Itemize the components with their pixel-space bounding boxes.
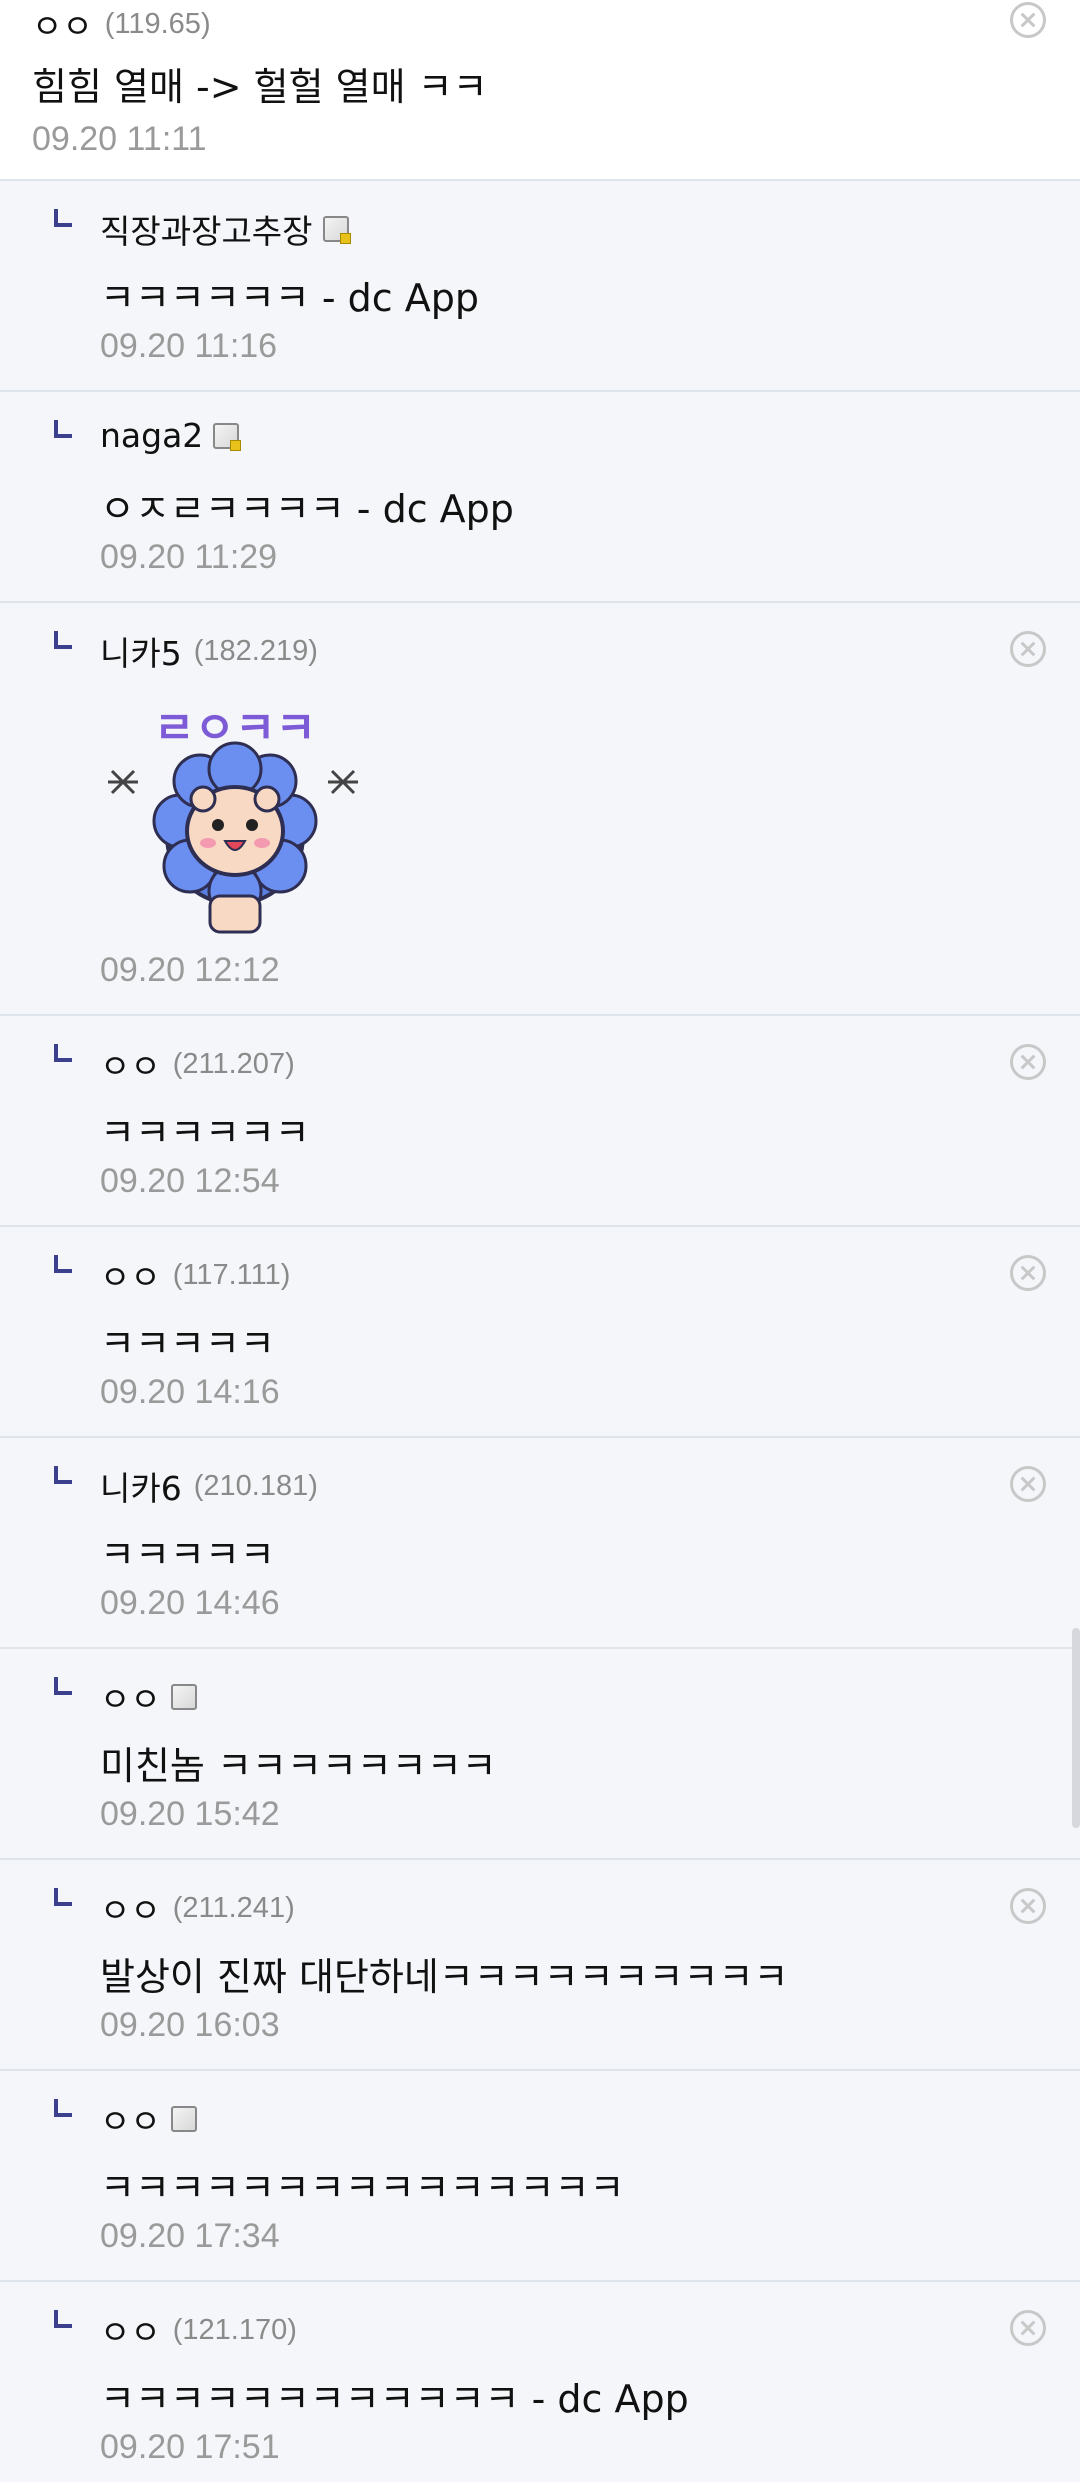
reply-item: ㅇㅇ (211.241) 발상이 진짜 대단하네ㅋㅋㅋㅋㅋㅋㅋㅋㅋㅋ 09.20…: [0, 1860, 1080, 2071]
ip-address: (210.181): [193, 1469, 318, 1502]
reply-author: ㅇㅇ (211.241): [100, 1884, 295, 1932]
reply-author: naga2: [100, 416, 242, 455]
reply-time: 09.20 17:51: [100, 2428, 280, 2466]
nickname[interactable]: 니카6: [100, 1462, 182, 1510]
comment-author: ㅇㅇ (119.65): [32, 0, 211, 48]
reply-time: 09.20 14:46: [100, 1584, 280, 1622]
reply-time: 09.20 11:16: [100, 327, 278, 365]
reply-author: 직장과장고추장: [100, 205, 351, 253]
reply-text: ㅋㅋㅋㅋㅋ: [100, 1533, 275, 1577]
nickname[interactable]: ㅇㅇ: [100, 2095, 161, 2143]
delete-comment-icon[interactable]: [1010, 2, 1046, 38]
comment-item: ㅇㅇ (119.65) 힘힘 열매 -> 헐헐 열매 ㅋㅋ 09.20 11:1…: [0, 0, 1080, 181]
reply-author: ㅇㅇ (121.170): [100, 2306, 297, 2354]
reply-text: ㅋㅋㅋㅋㅋㅋㅋㅋㅋㅋㅋㅋ - dc App: [100, 2377, 689, 2421]
ip-address: (211.207): [172, 1047, 295, 1080]
reply-author: ㅇㅇ (211.207): [100, 1040, 295, 1088]
reply-arrow-icon: [54, 420, 72, 438]
ip-address: (182.219): [193, 634, 318, 667]
reply-time: 09.20 11:29: [100, 538, 278, 576]
ip-address: (119.65): [104, 7, 211, 40]
nickname[interactable]: ㅇㅇ: [100, 1673, 161, 1721]
reply-arrow-icon: [54, 209, 72, 227]
delete-comment-icon[interactable]: [1010, 1255, 1046, 1291]
reply-arrow-icon: [54, 1677, 72, 1695]
ip-address: (117.111): [172, 1258, 291, 1291]
gallery-member-icon: [322, 216, 351, 244]
reply-arrow-icon: [54, 631, 72, 649]
reply-item: ㅇㅇ 미친놈 ㅋㅋㅋㅋㅋㅋㅋㅋ 09.20 15:42: [0, 1649, 1080, 1860]
reply-item: ㅇㅇ ㅋㅋㅋㅋㅋㅋㅋㅋㅋㅋㅋㅋㅋㅋㅋ 09.20 17:34: [0, 2071, 1080, 2282]
reply-arrow-icon: [54, 2099, 72, 2117]
reply-text: ㅋㅋㅋㅋㅋㅋ - dc App: [100, 276, 479, 320]
reply-text: 발상이 진짜 대단하네ㅋㅋㅋㅋㅋㅋㅋㅋㅋㅋ: [100, 1955, 789, 1999]
reply-author: ㅇㅇ: [100, 2095, 197, 2143]
reply-text: ㅇㅈㄹㅋㅋㅋㅋ - dc App: [100, 487, 514, 531]
nickname[interactable]: ㅇㅇ: [100, 1884, 161, 1932]
gallery-member-icon: [170, 1684, 197, 1710]
nickname[interactable]: 니카5: [100, 627, 182, 675]
comment-text: 힘힘 열매 -> 헐헐 열매 ㅋㅋ: [32, 65, 488, 109]
ip-address: (121.170): [172, 2313, 297, 2346]
reply-arrow-icon: [54, 1044, 72, 1062]
nickname[interactable]: naga2: [100, 416, 203, 455]
delete-comment-icon[interactable]: [1010, 2310, 1046, 2346]
reply-text: 미친놈 ㅋㅋㅋㅋㅋㅋㅋㅋ: [100, 1744, 497, 1788]
reply-author: ㅇㅇ (117.111): [100, 1251, 290, 1299]
reply-arrow-icon: [54, 1466, 72, 1484]
delete-comment-icon[interactable]: [1010, 1466, 1046, 1502]
reply-text: ㅋㅋㅋㅋㅋㅋ: [100, 1111, 310, 1155]
reply-time: 09.20 12:12: [100, 951, 280, 989]
reply-item: 니카5 (182.219) ㄹㅇㅋㅋ 09.20 12:12: [0, 603, 1080, 1016]
reply-time: 09.20 16:03: [100, 2006, 280, 2044]
gallery-member-icon: [213, 422, 242, 451]
scrollbar[interactable]: [1072, 1628, 1080, 1828]
reply-item: 직장과장고추장 ㅋㅋㅋㅋㅋㅋ - dc App 09.20 11:16: [0, 181, 1080, 392]
reply-arrow-icon: [54, 2310, 72, 2328]
reply-text: ㅋㅋㅋㅋㅋㅋㅋㅋㅋㅋㅋㅋㅋㅋㅋ: [100, 2166, 625, 2210]
nickname[interactable]: ㅇㅇ: [100, 2306, 161, 2354]
reply-arrow-icon: [54, 1255, 72, 1273]
reply-author: 니카5 (182.219): [100, 627, 318, 675]
delete-comment-icon[interactable]: [1010, 1888, 1046, 1924]
nickname[interactable]: ㅇㅇ: [100, 1251, 161, 1299]
reply-item: naga2 ㅇㅈㄹㅋㅋㅋㅋ - dc App 09.20 11:29: [0, 392, 1080, 603]
reply-item: 니카6 (210.181) ㅋㅋㅋㅋㅋ 09.20 14:46: [0, 1438, 1080, 1649]
reply-time: 09.20 15:42: [100, 1795, 280, 1833]
comment-time: 09.20 11:11: [32, 120, 207, 158]
lion-body: [185, 785, 285, 934]
reply-time: 09.20 17:34: [100, 2217, 280, 2255]
reply-item: ㅇㅇ (121.170) ㅋㅋㅋㅋㅋㅋㅋㅋㅋㅋㅋㅋ - dc App 09.20…: [0, 2282, 1080, 2482]
reply-author: 니카6 (210.181): [100, 1462, 318, 1510]
reply-arrow-icon: [54, 1888, 72, 1906]
nickname[interactable]: ㅇㅇ: [100, 1040, 161, 1088]
reply-time: 09.20 12:54: [100, 1162, 280, 1200]
lion-sticker-image: ㄹㅇㅋㅋ: [108, 703, 358, 934]
nickname[interactable]: ㅇㅇ: [32, 0, 93, 48]
nickname[interactable]: 직장과장고추장: [100, 205, 313, 253]
ip-address: (211.241): [172, 1891, 295, 1924]
gallery-member-icon: [170, 2106, 197, 2132]
reply-time: 09.20 14:16: [100, 1373, 280, 1411]
delete-comment-icon[interactable]: [1010, 631, 1046, 667]
reply-text: ㅋㅋㅋㅋㅋ: [100, 1322, 275, 1366]
reply-author: ㅇㅇ: [100, 1673, 197, 1721]
reply-item: ㅇㅇ (211.207) ㅋㅋㅋㅋㅋㅋ 09.20 12:54: [0, 1016, 1080, 1227]
delete-comment-icon[interactable]: [1010, 1044, 1046, 1080]
reply-item: ㅇㅇ (117.111) ㅋㅋㅋㅋㅋ 09.20 14:16: [0, 1227, 1080, 1438]
